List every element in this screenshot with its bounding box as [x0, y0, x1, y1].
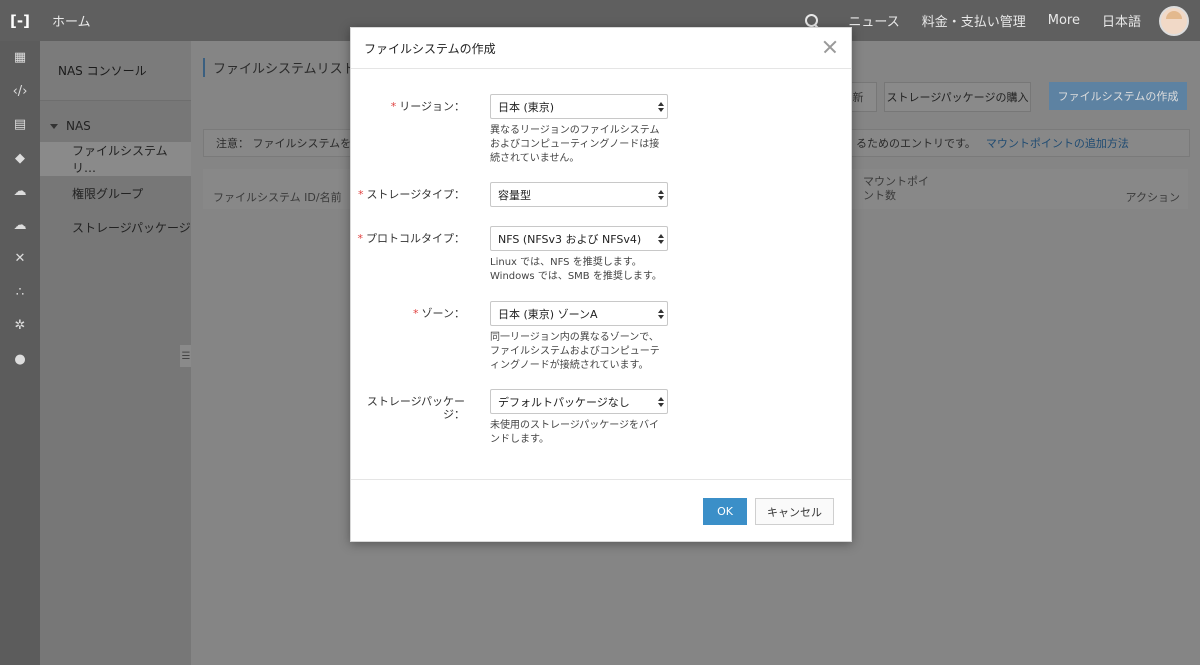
- cloud-upload-icon[interactable]: ☁: [0, 209, 40, 243]
- ok-button[interactable]: OK: [703, 498, 747, 525]
- page-title: ファイルシステムリスト: [203, 58, 356, 77]
- storage-package-help: 未使用のストレージパッケージをバイ ンドします。: [490, 420, 659, 445]
- server-icon[interactable]: ▤: [0, 108, 40, 142]
- create-file-system-button[interactable]: ファイルシステムの作成: [1049, 82, 1187, 110]
- storage-package-select[interactable]: デフォルトパッケージなし: [490, 389, 668, 414]
- nav-news[interactable]: ニュース: [848, 11, 899, 30]
- top-right-nav: ニュース 料金・支払い管理 More 日本語: [804, 0, 1200, 41]
- sidebar-item-file-system-list[interactable]: ファイルシステムリ…: [40, 142, 191, 176]
- storage-type-select[interactable]: 容量型: [490, 182, 668, 207]
- cloud-icon[interactable]: ☁: [0, 175, 40, 209]
- col-action: アクション: [1125, 191, 1180, 204]
- shield-icon[interactable]: ◆: [0, 142, 40, 176]
- col-mount-line1: マウントポイ: [863, 175, 929, 188]
- nav-language[interactable]: 日本語: [1102, 11, 1141, 30]
- region-select[interactable]: 日本 (東京): [490, 94, 668, 119]
- protocol-help: Linux では、NFS を推奨します。 Windows では、SMB を推奨しま…: [490, 257, 662, 282]
- col-mount-points: マウントポイ ント数: [863, 175, 929, 203]
- grid-icon[interactable]: ▦: [0, 41, 40, 75]
- product-icon-rail: ▦ ‹/› ▤ ◆ ☁ ☁ ✕ ∴ ✲ ●: [0, 41, 40, 665]
- storage-package-label: ストレージパッケー ジ：: [366, 395, 465, 421]
- code-icon[interactable]: ‹/›: [0, 75, 40, 109]
- zone-help: 同一リージョン内の異なるゾーンで、 ファイルシステムおよびコンピューテ ィングノード…: [490, 332, 660, 371]
- dialog-title: ファイルシステムの作成: [364, 41, 496, 56]
- zone-select[interactable]: 日本 (東京) ゾーンA: [490, 301, 668, 326]
- region-help: 異なるリージョンのファイルシステム およびコンピューティングノードは接 続されていま…: [490, 125, 660, 164]
- nav-billing[interactable]: 料金・支払い管理: [922, 11, 1026, 30]
- cluster-icon[interactable]: ∴: [0, 276, 40, 310]
- col-mount-line2: ント数: [863, 189, 896, 202]
- caret-down-icon: [50, 123, 58, 129]
- sidebar-item-storage-package[interactable]: ストレージパッケージ: [40, 210, 191, 244]
- gear-icon[interactable]: ✲: [0, 309, 40, 343]
- close-icon[interactable]: [823, 40, 837, 54]
- sidebar: NAS コンソール NAS ファイルシステムリ… 権限グループ ストレージパッケ…: [40, 41, 191, 665]
- buy-storage-package-button[interactable]: ストレージパッケージの購入: [884, 82, 1031, 112]
- avatar[interactable]: [1159, 5, 1189, 36]
- cancel-button[interactable]: キャンセル: [755, 498, 834, 525]
- create-file-system-dialog: ファイルシステムの作成 * リージョン： 日本 (東京) 異なるリージョンのファイ…: [350, 27, 852, 542]
- storage-type-label: * ストレージタイプ：: [357, 188, 465, 201]
- sidebar-group-nas[interactable]: NAS: [40, 110, 191, 142]
- dialog-footer: OK キャンセル: [351, 479, 851, 542]
- region-label: * リージョン：: [390, 100, 465, 113]
- zone-label: * ゾーン：: [413, 307, 465, 320]
- protocol-type-label: * プロトコルタイプ：: [357, 232, 466, 245]
- notice-text-tail: るためのエントリです。: [856, 137, 976, 150]
- mount-point-help-link[interactable]: マウントポイントの追加方法: [986, 137, 1129, 150]
- home-link[interactable]: ホーム: [52, 11, 91, 30]
- nav-more[interactable]: More: [1048, 13, 1080, 28]
- sidebar-item-permission-group[interactable]: 権限グループ: [40, 176, 191, 210]
- network-icon[interactable]: ✕: [0, 242, 40, 276]
- console-logo-icon[interactable]: [-]: [0, 0, 40, 41]
- notice-text: 注意： ファイルシステムを作: [216, 137, 363, 150]
- col-file-system-id: ファイルシステム ID/名前: [213, 191, 342, 204]
- notice-text-right: るためのエントリです。 マウントポイントの追加方法: [856, 135, 1129, 151]
- sidebar-title: NAS コンソール: [40, 41, 191, 101]
- protocol-type-select[interactable]: NFS (NFSv3 および NFSv4): [490, 226, 668, 251]
- dialog-header: ファイルシステムの作成: [351, 28, 851, 69]
- sidebar-group-label: NAS: [66, 119, 91, 133]
- circle-icon[interactable]: ●: [0, 343, 40, 377]
